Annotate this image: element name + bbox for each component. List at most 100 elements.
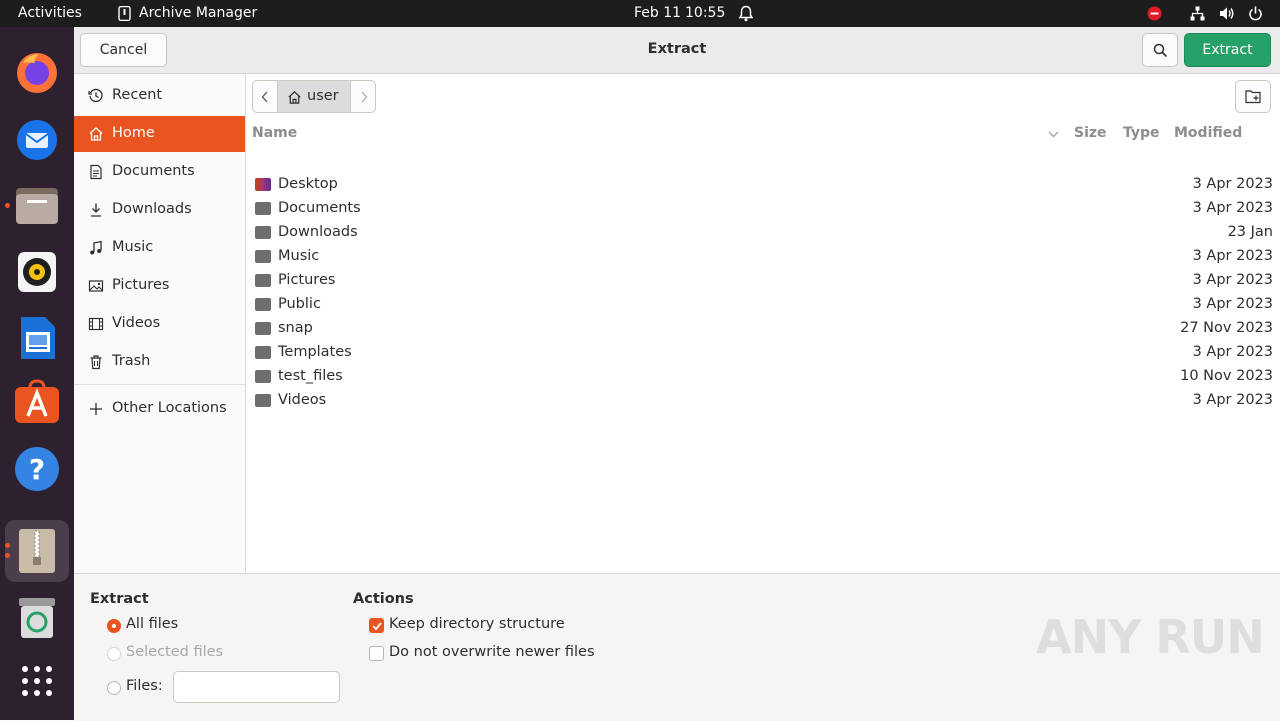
- file-row[interactable]: Public 3 Apr 2023: [246, 293, 1280, 317]
- sidebar-item-recent[interactable]: Recent: [74, 78, 245, 114]
- sidebar-item-music[interactable]: Music: [74, 230, 245, 266]
- file-modified: 3 Apr 2023: [1192, 248, 1273, 264]
- app-menu-label: Archive Manager: [139, 5, 258, 21]
- path-segment-user[interactable]: user: [277, 80, 351, 113]
- archive-app-icon: [118, 6, 131, 21]
- sidebar-item-label: Recent: [112, 87, 163, 103]
- dialog-title: Extract: [647, 41, 707, 57]
- rhythmbox-icon[interactable]: [13, 248, 61, 296]
- archive-running-indicator-2: [5, 553, 10, 558]
- chevron-down-icon[interactable]: [1048, 131, 1059, 138]
- sidebar-item-trash[interactable]: Trash: [74, 344, 245, 380]
- file-row[interactable]: Desktop 3 Apr 2023: [246, 173, 1280, 197]
- radio-indicator: [107, 647, 121, 661]
- extract-button[interactable]: Extract: [1184, 33, 1271, 67]
- notification-bell-icon[interactable]: [738, 5, 754, 22]
- file-row[interactable]: test_files 10 Nov 2023: [246, 365, 1280, 389]
- file-modified: 27 Nov 2023: [1180, 320, 1273, 336]
- sidebar-item-label: Pictures: [112, 277, 170, 293]
- activities-button[interactable]: Activities: [18, 5, 82, 21]
- no-overwrite-label: Do not overwrite newer files: [389, 644, 595, 660]
- sidebar-item-pictures[interactable]: Pictures: [74, 268, 245, 304]
- firefox-icon[interactable]: [13, 49, 61, 97]
- path-back-button[interactable]: [252, 80, 278, 113]
- picture-icon: [88, 280, 104, 292]
- radio-indicator: [107, 619, 121, 633]
- places-sidebar: Recent Home Documents Downloads Music Pi…: [74, 74, 246, 572]
- clock-date: Feb 11: [634, 5, 682, 21]
- templates-folder-icon: [255, 346, 271, 359]
- libreoffice-writer-icon[interactable]: [13, 314, 61, 362]
- show-apps-icon[interactable]: [13, 657, 61, 705]
- file-name: Documents: [278, 200, 361, 216]
- file-browser: user Name Size Type Modified Desktop 3 A…: [246, 74, 1280, 572]
- archive-manager-icon[interactable]: [13, 527, 61, 575]
- volume-icon[interactable]: [1219, 6, 1235, 21]
- home-icon: [288, 91, 301, 104]
- files-pattern-input[interactable]: [173, 671, 340, 703]
- extract-options-panel: Extract All files Selected files Files: …: [74, 573, 1280, 721]
- file-modified: 10 Nov 2023: [1180, 368, 1273, 384]
- app-center-icon[interactable]: [13, 379, 61, 427]
- files-icon[interactable]: [13, 182, 61, 230]
- power-icon[interactable]: [1248, 6, 1263, 21]
- search-button[interactable]: [1142, 33, 1178, 67]
- videos-folder-icon: [255, 394, 271, 407]
- file-row[interactable]: Music 3 Apr 2023: [246, 245, 1280, 269]
- file-name: Videos: [278, 392, 327, 408]
- public-folder-icon: [255, 298, 271, 311]
- sidebar-item-documents[interactable]: Documents: [74, 154, 245, 190]
- checkmark-icon: [372, 622, 382, 631]
- file-modified: 3 Apr 2023: [1192, 296, 1273, 312]
- create-folder-button[interactable]: [1235, 80, 1271, 113]
- files-label: Files:: [126, 678, 163, 694]
- do-not-disturb-icon[interactable]: [1147, 6, 1162, 21]
- help-icon[interactable]: ?: [13, 445, 61, 493]
- column-header-type[interactable]: Type: [1123, 125, 1160, 141]
- checkbox-indicator: [369, 646, 384, 661]
- clock-time: 10:55: [685, 5, 726, 21]
- folder-icon: [255, 322, 271, 335]
- sidebar-item-downloads[interactable]: Downloads: [74, 192, 245, 228]
- file-row[interactable]: Downloads 23 Jan: [246, 221, 1280, 245]
- file-name: Desktop: [278, 176, 338, 192]
- radio-indicator: [107, 681, 121, 695]
- sidebar-item-label: Trash: [112, 353, 151, 369]
- file-row[interactable]: Templates 3 Apr 2023: [246, 341, 1280, 365]
- file-name: Music: [278, 248, 320, 264]
- checkbox-indicator: [369, 618, 384, 633]
- extract-section-title: Extract: [90, 591, 149, 607]
- trash-dock-icon[interactable]: [13, 594, 61, 642]
- document-icon: [90, 164, 102, 180]
- path-forward-button[interactable]: [350, 80, 376, 113]
- archive-running-indicator: [5, 543, 10, 548]
- sidebar-item-label: Other Locations: [112, 400, 227, 416]
- documents-folder-icon: [255, 202, 271, 215]
- clock-icon: [88, 88, 103, 103]
- home-icon: [89, 127, 103, 141]
- video-icon: [88, 317, 104, 331]
- column-header-size[interactable]: Size: [1074, 125, 1107, 141]
- file-modified: 3 Apr 2023: [1192, 392, 1273, 408]
- file-row[interactable]: Documents 3 Apr 2023: [246, 197, 1280, 221]
- search-icon: [1153, 43, 1168, 58]
- file-name: test_files: [278, 368, 343, 384]
- dock: ?: [0, 27, 74, 720]
- desktop-folder-icon: [255, 178, 271, 191]
- sidebar-item-videos[interactable]: Videos: [74, 306, 245, 342]
- file-row[interactable]: Pictures 3 Apr 2023: [246, 269, 1280, 293]
- column-header-modified[interactable]: Modified: [1174, 125, 1242, 141]
- sidebar-item-label: Documents: [112, 163, 195, 179]
- thunderbird-icon[interactable]: [13, 115, 61, 163]
- file-row[interactable]: Videos 3 Apr 2023: [246, 389, 1280, 413]
- network-icon[interactable]: [1190, 6, 1205, 21]
- anyrun-watermark: ANY RUN: [1036, 610, 1265, 670]
- sidebar-item-other-locations[interactable]: Other Locations: [74, 391, 245, 427]
- folder-icon: [255, 370, 271, 383]
- watermark-text: ANY RUN: [1036, 610, 1265, 664]
- sidebar-item-home[interactable]: Home: [74, 116, 245, 152]
- extract-dialog: Cancel Extract Extract Recent Home Docum…: [74, 27, 1280, 721]
- actions-section-title: Actions: [353, 591, 414, 607]
- file-row[interactable]: snap 27 Nov 2023: [246, 317, 1280, 341]
- column-header-name[interactable]: Name: [252, 125, 297, 141]
